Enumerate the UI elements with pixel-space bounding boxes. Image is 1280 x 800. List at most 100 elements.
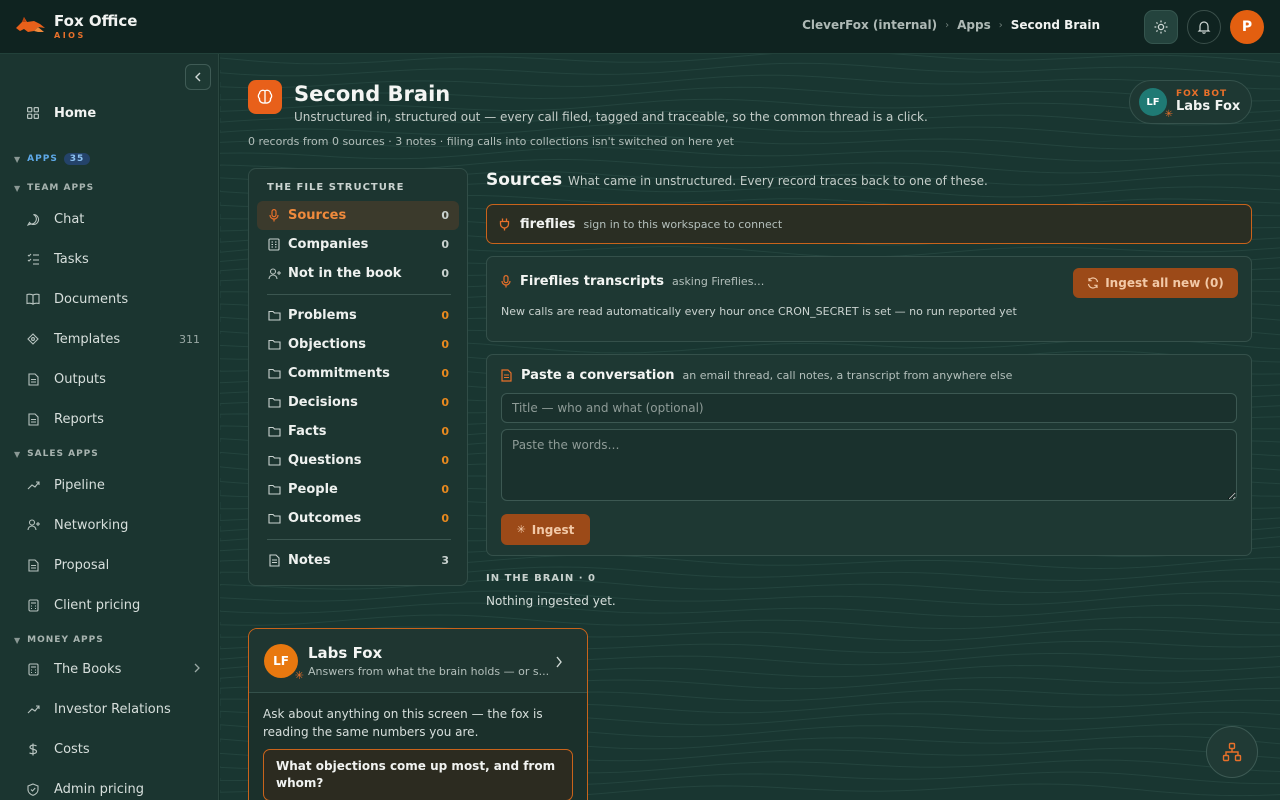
sidebar-item-investor-relations[interactable]: Investor Relations bbox=[14, 692, 208, 726]
ingest-button[interactable]: ✳ Ingest bbox=[501, 514, 590, 545]
divider bbox=[267, 539, 451, 540]
sidebar-collapse-button[interactable] bbox=[185, 64, 211, 90]
file-item-decisions[interactable]: Decisions 0 bbox=[257, 388, 459, 417]
structure-map-button[interactable] bbox=[1206, 726, 1258, 778]
wave-line bbox=[220, 590, 1280, 605]
folder-icon bbox=[267, 426, 281, 437]
plug-icon bbox=[499, 218, 510, 231]
sparkle-icon: ✳ bbox=[294, 669, 304, 682]
sidebar-item-tasks[interactable]: Tasks bbox=[14, 242, 208, 276]
notifications-button[interactable] bbox=[1187, 10, 1221, 44]
file-item-problems[interactable]: Problems 0 bbox=[257, 301, 459, 330]
apps-section-toggle[interactable]: ▼ APPS 35 bbox=[14, 153, 91, 165]
wave-line bbox=[220, 62, 1280, 77]
sidebar-item-label: The Books bbox=[54, 661, 122, 677]
fox-bot-chip[interactable]: LF ✳ FOX BOT Labs Fox bbox=[1129, 80, 1252, 124]
main-content: Second Brain Unstructured in, structured… bbox=[220, 54, 1280, 800]
sidebar-item-label: Investor Relations bbox=[54, 701, 171, 717]
top-bar: Fox Office AIOS CleverFox (internal) › A… bbox=[0, 0, 1280, 54]
apps-section-label: APPS bbox=[27, 154, 58, 164]
breadcrumb-apps[interactable]: Apps bbox=[957, 18, 991, 32]
sales-apps-label: SALES APPS bbox=[27, 449, 99, 459]
fireflies-connect-bar[interactable]: fireflies sign in to this workspace to c… bbox=[486, 204, 1252, 244]
file-item-commitments[interactable]: Commitments 0 bbox=[257, 359, 459, 388]
brand[interactable]: Fox Office AIOS bbox=[14, 11, 138, 40]
brand-name: Fox Office bbox=[54, 11, 138, 30]
conversation-text-input[interactable] bbox=[501, 429, 1237, 501]
trend-icon bbox=[24, 704, 42, 714]
folder-icon bbox=[267, 339, 281, 350]
theme-toggle-button[interactable] bbox=[1144, 10, 1178, 44]
sidebar-item-costs[interactable]: Costs bbox=[14, 732, 208, 766]
wave-line bbox=[220, 614, 1280, 630]
sidebar-item-reports[interactable]: Reports bbox=[14, 402, 208, 436]
file-item-sources[interactable]: Sources 0 bbox=[257, 201, 459, 230]
folder-icon bbox=[267, 455, 281, 466]
file-item-label: Decisions bbox=[288, 395, 358, 410]
sales-apps-section-toggle[interactable]: ▼ SALES APPS bbox=[14, 449, 99, 459]
file-item-notes[interactable]: Notes 3 bbox=[257, 546, 459, 575]
sidebar-item-client-pricing[interactable]: Client pricing bbox=[14, 588, 208, 622]
money-apps-section-toggle[interactable]: ▼ MONEY APPS bbox=[14, 635, 104, 645]
suggested-prompt-button[interactable]: What objections come up most, and from w… bbox=[263, 749, 573, 800]
file-item-label: Notes bbox=[288, 553, 331, 568]
sidebar-item-label: Home bbox=[54, 105, 97, 121]
file-item-count: 0 bbox=[441, 209, 449, 222]
file-item-companies[interactable]: Companies 0 bbox=[257, 230, 459, 259]
sidebar-item-label: Costs bbox=[54, 741, 90, 757]
chevron-right-icon[interactable] bbox=[194, 663, 200, 676]
file-item-questions[interactable]: Questions 0 bbox=[257, 446, 459, 475]
breadcrumb-workspace[interactable]: CleverFox (internal) bbox=[802, 18, 937, 32]
conversation-title-input[interactable] bbox=[501, 393, 1237, 423]
sidebar-item-label: Chat bbox=[54, 211, 85, 227]
file-item-label: People bbox=[288, 482, 338, 497]
sidebar-item-networking[interactable]: Networking bbox=[14, 508, 208, 542]
file-item-count: 0 bbox=[441, 367, 449, 380]
document-icon bbox=[267, 554, 281, 567]
ingest-all-new-button[interactable]: Ingest all new (0) bbox=[1073, 268, 1238, 298]
file-item-people[interactable]: People 0 bbox=[257, 475, 459, 504]
sidebar-item-label: Documents bbox=[54, 291, 129, 307]
sparkle-icon: ✳ bbox=[516, 523, 526, 536]
file-item-outcomes[interactable]: Outcomes 0 bbox=[257, 504, 459, 533]
transcripts-hint: asking Fireflies… bbox=[671, 275, 765, 288]
sidebar-item-label: Templates bbox=[54, 331, 121, 347]
sidebar-item-templates[interactable]: Templates 311 bbox=[14, 322, 208, 356]
sidebar-item-the-books[interactable]: The Books bbox=[14, 652, 208, 686]
divider bbox=[267, 294, 451, 295]
sidebar-item-count: 311 bbox=[179, 332, 200, 346]
sidebar-item-pipeline[interactable]: Pipeline bbox=[14, 468, 208, 502]
wave-line bbox=[220, 54, 1280, 65]
sidebar-item-documents[interactable]: Documents bbox=[14, 282, 208, 316]
file-item-objections[interactable]: Objections 0 bbox=[257, 330, 459, 359]
fox-logo-icon bbox=[14, 14, 46, 40]
labs-fox-initials: LF bbox=[273, 654, 289, 668]
sidebar-item-admin-pricing[interactable]: Admin pricing bbox=[14, 772, 208, 800]
user-avatar[interactable]: P bbox=[1230, 10, 1264, 44]
file-item-facts[interactable]: Facts 0 bbox=[257, 417, 459, 446]
chevron-right-icon[interactable] bbox=[555, 653, 563, 672]
sidebar-item-chat[interactable]: Chat bbox=[14, 202, 208, 236]
page-title: Second Brain bbox=[294, 82, 451, 106]
labs-fox-header[interactable]: LF ✳ Labs Fox Answers from what the brain… bbox=[249, 629, 587, 693]
diamond-icon bbox=[24, 333, 42, 345]
folder-icon bbox=[267, 513, 281, 524]
file-icon bbox=[24, 412, 42, 426]
sidebar-item-label: Proposal bbox=[54, 557, 110, 573]
file-structure-title: THE FILE STRUCTURE bbox=[267, 182, 405, 193]
labs-fox-name: Labs Fox bbox=[308, 644, 383, 662]
team-apps-section-toggle[interactable]: ▼ TEAM APPS bbox=[14, 183, 94, 193]
file-item-not-in-the-book[interactable]: Not in the book 0 bbox=[257, 259, 459, 288]
fireflies-hint: sign in to this workspace to connect bbox=[583, 217, 783, 231]
file-item-label: Sources bbox=[288, 208, 347, 223]
dollar-icon bbox=[24, 743, 42, 756]
labs-fox-intro: Ask about anything on this screen — the … bbox=[263, 707, 543, 739]
sidebar-item-outputs[interactable]: Outputs bbox=[14, 362, 208, 396]
sidebar-item-home[interactable]: Home bbox=[14, 96, 208, 130]
in-the-brain-heading: IN THE BRAIN · 0 bbox=[486, 573, 596, 584]
brain-icon bbox=[248, 80, 282, 114]
sidebar-item-proposal[interactable]: Proposal bbox=[14, 548, 208, 582]
calculator-icon bbox=[24, 598, 42, 612]
file-item-count: 0 bbox=[441, 396, 449, 409]
file-item-count: 3 bbox=[441, 554, 449, 567]
